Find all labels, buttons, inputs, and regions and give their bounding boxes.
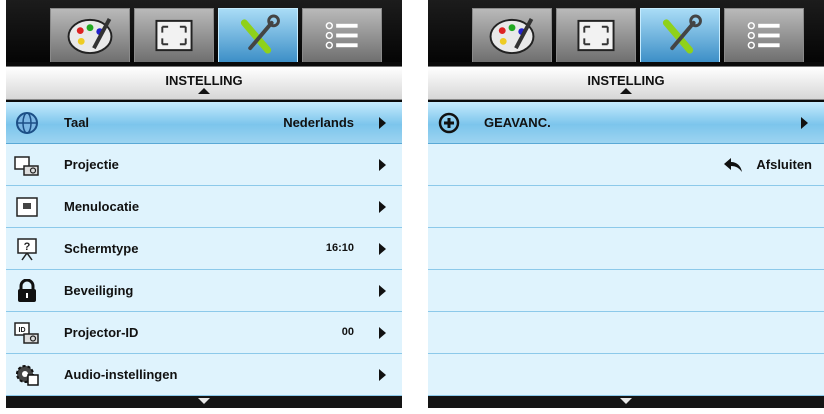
tab-bar [6, 0, 402, 62]
menu-title: INSTELLING [587, 73, 665, 88]
menu-item-label: Beveiliging [64, 283, 134, 298]
tab-display[interactable] [556, 8, 636, 62]
menu-item-audio-instellingen[interactable]: Audio-instellingen [6, 354, 402, 396]
menu-location-icon [16, 197, 38, 217]
tab-bar [428, 0, 824, 62]
menu-item-taal[interactable]: Taal Nederlands [6, 102, 402, 144]
scroll-up-icon[interactable] [198, 88, 210, 94]
menu-title-bar: INSTELLING [6, 66, 402, 100]
tools-icon [240, 14, 280, 54]
menu-item-empty [428, 228, 824, 270]
projector-id-icon: ID [14, 322, 39, 344]
menu-title-bar: INSTELLING [428, 66, 824, 100]
tab-image-settings[interactable] [472, 8, 552, 62]
tab-setup[interactable] [218, 8, 298, 62]
menu-list: GEAVANC. Afsluiten [428, 102, 824, 396]
fullscreen-icon [577, 19, 615, 52]
menu-item-empty [428, 186, 824, 228]
svg-text:?: ? [24, 241, 31, 253]
projection-icon [14, 156, 39, 176]
tab-display[interactable] [134, 8, 214, 62]
list-icon [747, 22, 780, 49]
tab-image-settings[interactable] [50, 8, 130, 62]
menu-item-label: Schermtype [64, 241, 139, 256]
palette-icon [489, 18, 535, 55]
menu-item-projector-id[interactable]: ID Projector-ID 00 [6, 312, 402, 354]
list-icon [325, 22, 358, 49]
chevron-right-icon [379, 201, 386, 213]
tab-setup[interactable] [640, 8, 720, 62]
audio-settings-icon [16, 365, 39, 386]
setup-menu-right: INSTELLING GEAVANC. Afsluiten [428, 0, 824, 408]
svg-text:ID: ID [19, 327, 26, 334]
chevron-right-icon [379, 243, 386, 255]
menu-item-label: Menulocatie [64, 199, 140, 214]
lock-icon [18, 279, 36, 302]
menu-item-empty [428, 270, 824, 312]
chevron-right-icon [379, 369, 386, 381]
menu-item-label: Projector-ID [64, 325, 139, 340]
chevron-right-icon [379, 117, 386, 129]
menu-list: Taal Nederlands Projectie Menulocatie ? … [6, 102, 402, 396]
chevron-right-icon [801, 117, 808, 129]
scroll-down-icon[interactable] [620, 398, 632, 404]
bottom-bar [428, 396, 824, 408]
menu-item-beveiliging[interactable]: Beveiliging [6, 270, 402, 312]
chevron-right-icon [379, 159, 386, 171]
chevron-right-icon [379, 285, 386, 297]
plus-circle-icon [438, 112, 460, 134]
menu-item-value: Nederlands [283, 115, 354, 130]
menu-item-value: 16:10 [325, 242, 354, 254]
globe-icon [16, 112, 38, 134]
menu-item-label: GEAVANC. [484, 115, 551, 130]
menu-item-projectie[interactable]: Projectie [6, 144, 402, 186]
tools-icon [662, 14, 702, 54]
menu-item-label: Audio-instellingen [64, 367, 178, 382]
exit-label: Afsluiten [756, 157, 812, 172]
screen-type-icon: ? [17, 238, 37, 261]
menu-item-menulocatie[interactable]: Menulocatie [6, 186, 402, 228]
tab-options[interactable] [724, 8, 804, 62]
menu-item-geavanc[interactable]: GEAVANC. [428, 102, 824, 144]
scroll-up-icon[interactable] [620, 88, 632, 94]
back-arrow-icon [724, 158, 742, 172]
menu-item-label: Projectie [64, 157, 119, 172]
menu-item-schermtype[interactable]: ? Schermtype 16:10 [6, 228, 402, 270]
chevron-right-icon [379, 327, 386, 339]
scroll-down-icon[interactable] [198, 398, 210, 404]
bottom-bar [6, 396, 402, 408]
setup-menu-left: INSTELLING Taal Nederlands Projectie Men… [6, 0, 402, 408]
menu-item-value: 00 [341, 326, 354, 338]
menu-item-empty [428, 354, 824, 396]
palette-icon [67, 18, 113, 55]
menu-item-empty [428, 312, 824, 354]
menu-item-afsluiten[interactable]: Afsluiten [428, 144, 824, 186]
tab-options[interactable] [302, 8, 382, 62]
menu-title: INSTELLING [165, 73, 243, 88]
menu-item-label: Taal [64, 115, 90, 130]
fullscreen-icon [155, 19, 193, 52]
